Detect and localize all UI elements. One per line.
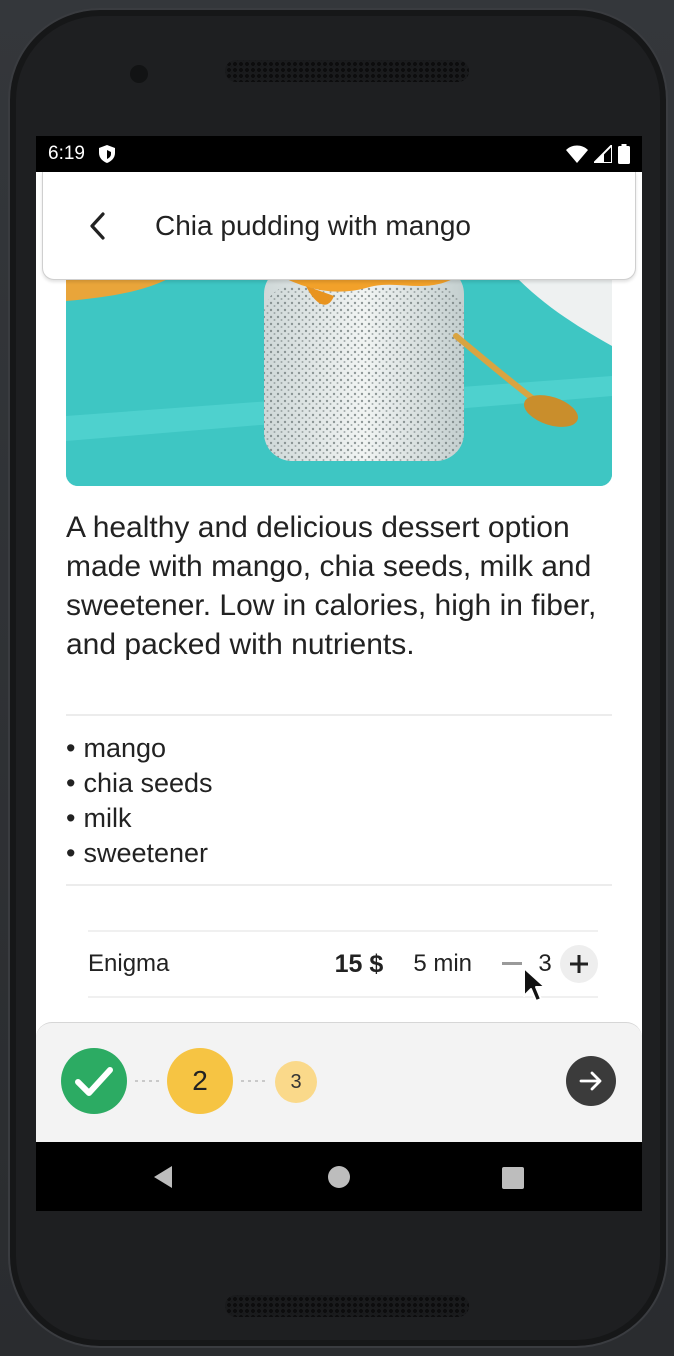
battery-icon (618, 144, 630, 164)
back-button[interactable] (67, 196, 127, 256)
phone-screen: 6:19 Chia pudding with mango A healthy a… (36, 136, 642, 1211)
nav-home-button[interactable] (326, 1164, 352, 1190)
step-1-completed[interactable] (61, 1048, 127, 1114)
page-title: Chia pudding with mango (155, 209, 471, 241)
bottom-speaker-grille (225, 1295, 469, 1317)
ingredients-list: mango chia seeds milk sweetener (66, 731, 612, 871)
system-navigation-bar (36, 1142, 642, 1211)
divider (66, 884, 612, 886)
step-connector (241, 1080, 269, 1082)
arrow-right-icon (579, 1071, 602, 1091)
status-time: 6:19 (48, 143, 85, 164)
list-item: chia seeds (66, 766, 612, 801)
step-2-current[interactable]: 2 (167, 1048, 233, 1114)
top-speaker-grille (225, 60, 469, 82)
order-stepper-bar: 2 3 (36, 1022, 642, 1142)
nav-recents-button[interactable] (501, 1166, 525, 1190)
provider-name: Enigma (88, 950, 170, 977)
mouse-cursor-icon (523, 967, 546, 1002)
provider-price: 15 $ (334, 949, 384, 978)
recipe-hero-image (66, 266, 612, 486)
signal-icon (594, 145, 612, 163)
wifi-icon (566, 145, 588, 163)
recipe-description: A healthy and delicious dessert option m… (66, 511, 597, 661)
hero-illustration (66, 266, 612, 486)
provider-time: 5 min (413, 950, 472, 977)
front-camera (130, 65, 148, 83)
check-icon (75, 1067, 113, 1096)
plus-icon (570, 955, 588, 973)
list-item: mango (66, 731, 612, 766)
recents-square-icon (502, 1167, 524, 1189)
increase-quantity-button[interactable] (560, 945, 598, 983)
next-step-button[interactable] (566, 1056, 616, 1106)
step-connector (135, 1080, 163, 1082)
app-bar: Chia pudding with mango (42, 172, 636, 280)
nav-back-button[interactable] (148, 1162, 178, 1192)
chevron-left-icon (90, 211, 105, 240)
step-3-upcoming[interactable]: 3 (275, 1061, 317, 1103)
home-circle-icon (328, 1166, 350, 1188)
list-item: milk (66, 801, 612, 836)
list-item: sweetener (66, 836, 612, 871)
status-icons (566, 144, 630, 164)
shield-icon (98, 145, 115, 163)
decrease-quantity-button[interactable] (500, 949, 524, 979)
status-bar: 6:19 (36, 136, 642, 172)
minus-icon (502, 962, 522, 965)
divider (66, 714, 612, 716)
back-triangle-icon (154, 1166, 172, 1188)
